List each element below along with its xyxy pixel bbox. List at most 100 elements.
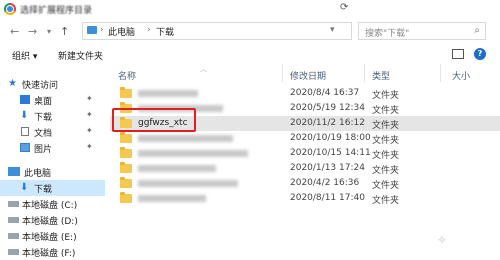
column-divider[interactable] (364, 64, 365, 82)
pin-icon: ✦ (86, 110, 93, 119)
sidebar: ★ 快速访问 桌面 ✦ ⬇ 下载 ✦ 文档 ✦ 图片 ✦ 此电脑 ⬇ 下载 本地… (0, 64, 105, 259)
breadcrumb-downloads[interactable]: 下载 (156, 25, 174, 38)
desktop-icon (20, 95, 30, 104)
sidebar-item-label: 图片 (34, 145, 53, 155)
sidebar-item-this-pc[interactable]: 此电脑 (0, 164, 105, 180)
new-folder-button[interactable]: 新建文件夹 (58, 49, 103, 62)
column-header-date[interactable]: 修改日期 (290, 69, 326, 82)
watermark-logo: ⟡ (438, 232, 446, 246)
file-type: 文件夹 (372, 181, 400, 191)
sidebar-item-desktop[interactable]: 桌面 ✦ (0, 92, 105, 108)
download-icon: ⬇ (20, 110, 29, 121)
sidebar-item-label: 文档 (34, 129, 53, 139)
window-title: 选择扩展程序目录 (20, 6, 93, 16)
search-input[interactable]: 搜索"下载" ⌕ (358, 22, 486, 40)
folder-icon (120, 147, 132, 158)
file-type: 文件夹 (372, 136, 400, 146)
file-name-redacted (138, 150, 248, 157)
file-name-redacted (138, 165, 216, 172)
download-icon: ⬇ (20, 182, 29, 193)
file-type: 文件夹 (372, 106, 400, 116)
sidebar-item-label: 桌面 (34, 97, 53, 107)
file-list: 名称 修改日期 类型 大小 2020/8/4 16:37 文件夹 2020/5/… (110, 64, 500, 259)
file-date: 2020/8/4 16:37 (290, 88, 360, 98)
file-date: 2020/8/11 17:40 (290, 193, 365, 203)
sidebar-item-label: 下载 (34, 113, 53, 123)
sidebar-item-documents[interactable]: 文档 ✦ (0, 124, 105, 140)
folder-icon (120, 177, 132, 188)
file-row[interactable]: 2020/10/15 14:11 文件夹 (110, 146, 500, 161)
sidebar-item-label: 本地磁盘 (F:) (22, 249, 76, 259)
sidebar-item-drive-c[interactable]: 本地磁盘 (C:) (0, 196, 105, 212)
breadcrumb-this-pc[interactable]: 此电脑 (108, 25, 135, 38)
chevron-down-icon[interactable]: ▾ (47, 27, 51, 36)
column-divider[interactable] (282, 64, 283, 82)
back-arrow-icon[interactable]: ← (10, 25, 19, 38)
search-placeholder: 搜索"下载" (365, 29, 410, 39)
file-row[interactable]: 2020/1/13 17:24 文件夹 (110, 161, 500, 176)
sidebar-item-quick-access[interactable]: ★ 快速访问 (0, 76, 105, 92)
file-type: 文件夹 (372, 91, 400, 101)
file-row[interactable]: 2020/4/2 16:36 文件夹 (110, 176, 500, 191)
pin-icon: ✦ (86, 94, 93, 103)
file-date: 2020/11/2 16:12 (290, 118, 365, 128)
file-row[interactable]: 2020/8/11 17:40 文件夹 (110, 191, 500, 206)
sidebar-item-label: 快速访问 (22, 81, 59, 91)
file-date: 2020/5/19 12:34 (290, 103, 365, 113)
file-type: 文件夹 (372, 151, 400, 161)
organize-button[interactable]: 组织 ▾ (12, 49, 37, 62)
star-icon: ★ (8, 78, 17, 89)
address-bar[interactable]: › 此电脑 › 下载 ▾ (82, 22, 352, 40)
drive-icon (8, 249, 19, 255)
file-date: 2020/10/19 18:00 (290, 133, 371, 143)
file-date: 2020/1/13 17:24 (290, 163, 365, 173)
sidebar-item-drive-d[interactable]: 本地磁盘 (D:) (0, 212, 105, 228)
column-divider[interactable] (440, 64, 441, 82)
address-dropdown-icon[interactable]: ▾ (330, 25, 335, 35)
column-header-type[interactable]: 类型 (372, 69, 390, 82)
chrome-logo-icon (4, 3, 16, 15)
file-type: 文件夹 (372, 166, 400, 176)
up-arrow-icon[interactable]: ↑ (60, 25, 69, 38)
sidebar-item-label: 此电脑 (24, 169, 52, 179)
help-icon[interactable]: ? (474, 48, 486, 60)
pin-icon: ✦ (86, 142, 93, 151)
file-name-redacted (138, 195, 206, 202)
file-row[interactable]: 2020/8/4 16:37 文件夹 (110, 86, 500, 101)
computer-icon (8, 167, 20, 176)
file-name-redacted (138, 180, 238, 187)
title-bar: 选择扩展程序目录 (0, 0, 500, 18)
picture-icon (20, 143, 30, 152)
sidebar-item-label: 本地磁盘 (E:) (22, 233, 77, 243)
search-icon: ⌕ (474, 25, 480, 36)
file-name-redacted (138, 90, 198, 97)
column-header-name[interactable]: 名称 (118, 69, 136, 82)
folder-icon (120, 192, 132, 203)
sidebar-item-downloads-quick[interactable]: ⬇ 下载 ✦ (0, 108, 105, 124)
sidebar-item-downloads[interactable]: ⬇ 下载 (0, 180, 105, 196)
file-date: 2020/10/15 14:11 (290, 148, 371, 158)
file-type: 文件夹 (372, 196, 400, 206)
sidebar-item-drive-e[interactable]: 本地磁盘 (E:) (0, 228, 105, 244)
command-bar: 组织 ▾ 新建文件夹 (0, 46, 500, 64)
sidebar-item-pictures[interactable]: 图片 ✦ (0, 140, 105, 156)
sidebar-item-label: 本地磁盘 (D:) (22, 217, 78, 227)
file-type: 文件夹 (372, 121, 400, 131)
highlight-box (112, 108, 196, 132)
drive-icon (8, 233, 19, 239)
column-header-size[interactable]: 大小 (452, 69, 470, 82)
breadcrumb-separator: › (147, 25, 151, 35)
file-date: 2020/4/2 16:36 (290, 178, 360, 188)
file-row[interactable]: 2020/10/19 18:00 文件夹 (110, 131, 500, 146)
refresh-icon[interactable]: ⟳ (340, 2, 348, 13)
breadcrumb-separator: › (100, 25, 104, 35)
pin-icon: ✦ (86, 126, 93, 135)
folder-icon (120, 87, 132, 98)
sidebar-item-drive-f[interactable]: 本地磁盘 (F:) (0, 244, 105, 260)
view-options-icon[interactable] (452, 49, 464, 59)
forward-arrow-icon[interactable]: → (28, 25, 37, 38)
folder-icon (120, 162, 132, 173)
drive-icon (8, 217, 19, 223)
folder-icon (120, 132, 132, 143)
drive-icon (8, 201, 19, 207)
